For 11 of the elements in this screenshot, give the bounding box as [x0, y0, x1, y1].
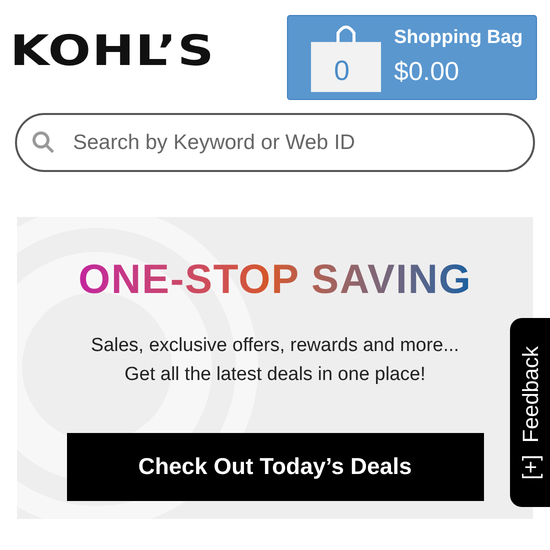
- search-icon: [31, 130, 55, 154]
- brand-logo[interactable]: KOHL’S: [10, 30, 215, 72]
- bag-title: Shopping Bag: [394, 26, 523, 50]
- promo-text: Sales, exclusive offers, rewards and more...: [90, 334, 460, 358]
- search-field[interactable]: Search by Keyword or Web ID: [15, 113, 535, 172]
- bag-icon: [310, 22, 382, 92]
- bag-total: $0.00: [394, 55, 460, 88]
- deals-button[interactable]: Check Out Today’s Deals: [66, 432, 484, 500]
- feedback-tab[interactable]: [+] Feedback: [510, 318, 550, 507]
- bag-count: 0: [334, 54, 350, 88]
- promo-text: Get all the latest deals in one place!: [124, 362, 426, 386]
